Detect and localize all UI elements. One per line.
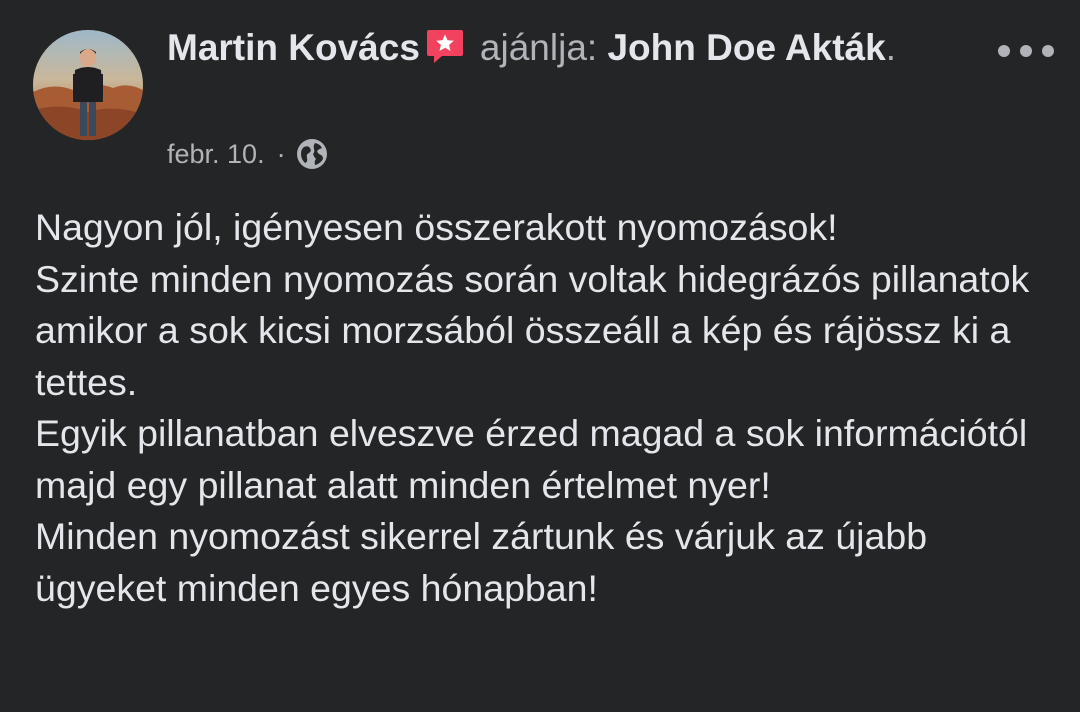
post-paragraph: Minden nyomozást sikerrel zártunk és vár… [35,515,928,609]
more-options-icon-dot [998,45,1010,57]
avatar-photo [33,30,143,140]
meta-separator: · [276,139,286,169]
post-header: Martin Kovács ajánlja: John Doe Akták. [167,26,987,74]
more-options-button[interactable] [998,36,1054,66]
globe-icon[interactable] [296,138,328,170]
recommendation-star-icon [426,28,464,74]
page-suffix: . [885,27,896,68]
post-date[interactable]: febr. 10. [167,136,265,172]
page-name-link[interactable]: John Doe Akták [607,27,885,68]
post-meta: febr. 10. · [167,136,328,172]
recommends-label: ajánlja: [479,27,598,68]
more-options-icon-dot [1020,45,1032,57]
recommendation-post: Martin Kovács ajánlja: John Doe Akták. f… [0,0,1080,712]
post-paragraph: Egyik pillanatban elveszve érzed magad a… [35,412,1028,506]
post-body: Nagyon jól, igényesen összerakott nyomoz… [35,202,1045,614]
more-options-icon-dot [1042,45,1054,57]
avatar[interactable] [33,30,143,140]
post-paragraph: Szinte minden nyomozás során voltak hide… [35,257,1030,403]
post-paragraph: Nagyon jól, igényesen összerakott nyomoz… [35,206,838,248]
author-name[interactable]: Martin Kovács [167,27,420,68]
